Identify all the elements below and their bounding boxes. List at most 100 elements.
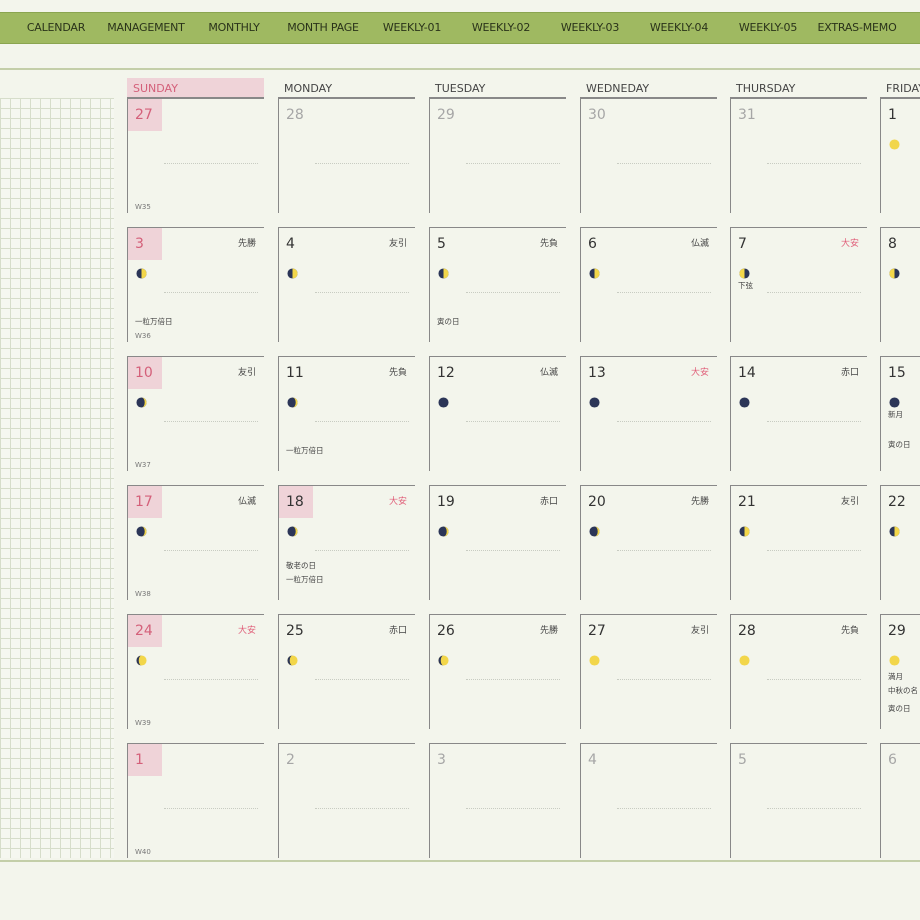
- divider-bottom: [0, 860, 920, 862]
- moon-full-icon: [889, 651, 900, 666]
- day-cell[interactable]: 15 新月 寅の日: [880, 356, 920, 471]
- day-cell[interactable]: 13 大安: [580, 356, 717, 471]
- rokuyo-label: 大安: [237, 626, 256, 636]
- tab-weekly-02[interactable]: WEEKLY-02: [456, 13, 546, 43]
- day-header-thursday: THURSDAY: [730, 78, 867, 98]
- moon-first-quarter-icon: [889, 522, 900, 537]
- day-number: 8: [888, 236, 897, 252]
- tab-extras-memo[interactable]: EXTRAS-MEMO: [812, 13, 902, 43]
- day-cell[interactable]: 22: [880, 485, 920, 600]
- day-cell[interactable]: 5: [730, 743, 867, 858]
- day-cell[interactable]: 14 赤口: [730, 356, 867, 471]
- tab-weekly-05[interactable]: WEEKLY-05: [723, 13, 813, 43]
- dotted-writing-line: [164, 421, 258, 422]
- rokuyo-label: 仏滅: [539, 368, 558, 378]
- day-note: 一粒万倍日: [135, 317, 173, 326]
- day-number: 21: [738, 494, 756, 510]
- tab-calendar[interactable]: CALENDAR: [0, 13, 112, 43]
- day-cell[interactable]: 18 大安 敬老の日 一粒万倍日: [278, 485, 415, 600]
- moon-gibbous-icon: [438, 651, 449, 666]
- rokuyo-label: 仏滅: [690, 239, 709, 249]
- day-cell[interactable]: 28 先負: [730, 614, 867, 729]
- day-number: 27: [128, 99, 162, 131]
- day-cell[interactable]: 2: [278, 743, 415, 858]
- dotted-writing-line: [466, 808, 560, 809]
- dotted-writing-line: [466, 292, 560, 293]
- week-number: W38: [135, 590, 151, 598]
- day-cell[interactable]: 17 仏滅 W38: [127, 485, 264, 600]
- moon-first-quarter-icon: [136, 264, 147, 279]
- rokuyo-label: 先負: [539, 239, 558, 249]
- memo-grid-panel: [0, 98, 114, 858]
- day-cell[interactable]: 3 先勝 一粒万倍日 W36: [127, 227, 264, 342]
- tab-month-page[interactable]: MONTH PAGE: [276, 13, 370, 43]
- day-number: 4: [286, 236, 295, 252]
- day-cell[interactable]: 1: [880, 98, 920, 213]
- day-cell[interactable]: 6: [880, 743, 920, 858]
- tab-monthly[interactable]: MONTHLY: [196, 13, 272, 43]
- dotted-writing-line: [617, 292, 711, 293]
- day-cell[interactable]: 26 先勝: [429, 614, 566, 729]
- dotted-writing-line: [617, 163, 711, 164]
- day-cell[interactable]: 12 仏滅: [429, 356, 566, 471]
- day-header-wedneday: WEDNEDAY: [580, 78, 717, 98]
- dotted-writing-line: [315, 550, 409, 551]
- day-header-tuesday: TUESDAY: [429, 78, 566, 98]
- day-number: 17: [128, 486, 162, 518]
- day-cell[interactable]: 1 W40: [127, 743, 264, 858]
- day-cell[interactable]: 21 友引: [730, 485, 867, 600]
- week-number: W39: [135, 719, 151, 727]
- day-number: 28: [738, 623, 756, 639]
- day-number: 11: [286, 365, 304, 381]
- day-number: 27: [588, 623, 606, 639]
- moon-full-icon: [589, 651, 600, 666]
- tab-weekly-04[interactable]: WEEKLY-04: [634, 13, 724, 43]
- moon-first-quarter-icon: [589, 264, 600, 279]
- day-cell[interactable]: 10 友引 W37: [127, 356, 264, 471]
- day-header-sunday: SUNDAY: [127, 78, 264, 98]
- rokuyo-label: 先負: [388, 368, 407, 378]
- moon-new-icon: [739, 393, 750, 408]
- day-cell[interactable]: 29 満月 中秋の名 寅の日: [880, 614, 920, 729]
- rokuyo-label: 大安: [388, 497, 407, 507]
- day-cell[interactable]: 4 友引: [278, 227, 415, 342]
- moon-first-quarter-icon: [739, 522, 750, 537]
- divider-top: [0, 68, 920, 70]
- day-cell[interactable]: 31: [730, 98, 867, 213]
- day-number: 29: [437, 107, 455, 123]
- rokuyo-label: 仏滅: [237, 497, 256, 507]
- day-cell[interactable]: 28: [278, 98, 415, 213]
- moon-crescent-icon: [287, 393, 298, 408]
- day-cell[interactable]: 8: [880, 227, 920, 342]
- tab-management[interactable]: MANAGEMENT: [100, 13, 192, 43]
- day-cell[interactable]: 30: [580, 98, 717, 213]
- day-cell[interactable]: 5 先負 寅の日: [429, 227, 566, 342]
- tab-weekly-01[interactable]: WEEKLY-01: [374, 13, 450, 43]
- rokuyo-label: 赤口: [840, 368, 859, 378]
- day-cell[interactable]: 3: [429, 743, 566, 858]
- dotted-writing-line: [617, 550, 711, 551]
- day-cell[interactable]: 11 先負 一粒万倍日: [278, 356, 415, 471]
- day-cell[interactable]: 6 仏滅: [580, 227, 717, 342]
- dotted-writing-line: [466, 421, 560, 422]
- tab-weekly-03[interactable]: WEEKLY-03: [545, 13, 635, 43]
- day-cell[interactable]: 27 W35: [127, 98, 264, 213]
- day-cell[interactable]: 19 赤口: [429, 485, 566, 600]
- day-number: 2: [286, 752, 295, 768]
- day-cell[interactable]: 24 大安 W39: [127, 614, 264, 729]
- day-cell[interactable]: 20 先勝: [580, 485, 717, 600]
- day-note: 下弦: [738, 281, 753, 290]
- day-number: 1: [128, 744, 162, 776]
- dotted-writing-line: [315, 679, 409, 680]
- day-cell[interactable]: 4: [580, 743, 717, 858]
- dotted-writing-line: [767, 679, 861, 680]
- day-cell[interactable]: 27 友引: [580, 614, 717, 729]
- day-header-monday: MONDAY: [278, 78, 415, 98]
- day-number: 13: [588, 365, 606, 381]
- day-number: 12: [437, 365, 455, 381]
- day-cell[interactable]: 25 赤口: [278, 614, 415, 729]
- moon-last-quarter-icon: [889, 264, 900, 279]
- day-cell[interactable]: 7 大安 下弦: [730, 227, 867, 342]
- day-cell[interactable]: 29: [429, 98, 566, 213]
- dotted-writing-line: [767, 550, 861, 551]
